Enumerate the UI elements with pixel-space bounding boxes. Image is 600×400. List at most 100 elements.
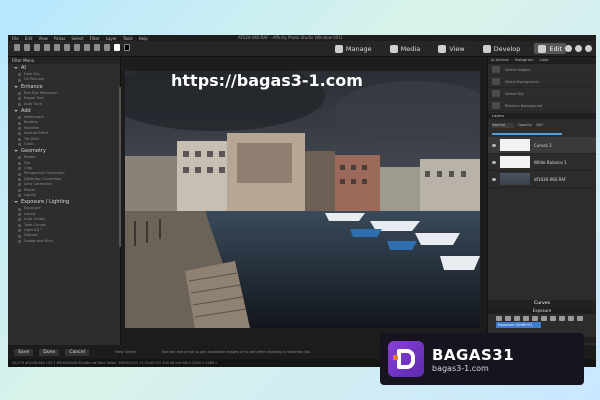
zoom-tool-icon[interactable] bbox=[94, 44, 100, 51]
tab-ai-actions[interactable]: AI Actions bbox=[491, 57, 509, 64]
visibility-icon[interactable] bbox=[492, 177, 496, 181]
layer-name: Curves 1 bbox=[534, 142, 552, 148]
action-remove-background[interactable]: Remove Background bbox=[488, 100, 596, 112]
menu-item[interactable]: View bbox=[38, 36, 48, 41]
hand-tool-icon[interactable] bbox=[104, 44, 110, 51]
posterize-icon[interactable] bbox=[577, 316, 583, 321]
save-button[interactable]: Save bbox=[14, 348, 34, 356]
persona-edit[interactable]: Edit bbox=[534, 43, 566, 54]
persona-media[interactable]: Media bbox=[386, 43, 425, 54]
color-swatch-icon[interactable] bbox=[124, 44, 130, 51]
exposure-icon[interactable] bbox=[496, 316, 502, 321]
layer-thumbnail bbox=[500, 156, 530, 168]
action-label: Select Subject bbox=[505, 67, 531, 72]
curves-icon[interactable] bbox=[514, 316, 520, 321]
right-panel: AI Actions Histogram Color Select Subjec… bbox=[487, 57, 596, 355]
opacity-slider[interactable] bbox=[492, 133, 562, 135]
tab-histogram[interactable]: Histogram bbox=[515, 57, 534, 64]
layer-name: df1036-060.RAF bbox=[534, 176, 567, 182]
layer-name: White Balance 1 bbox=[534, 159, 567, 165]
develop-icon bbox=[482, 44, 491, 53]
harbour-scene-image bbox=[125, 71, 480, 328]
split-tone-icon[interactable] bbox=[559, 316, 565, 321]
persona-manage[interactable]: Manage bbox=[331, 43, 376, 54]
harbour-photo bbox=[125, 71, 480, 328]
filter-item[interactable]: Dodge and Burn bbox=[8, 239, 120, 244]
clone-tool-icon[interactable] bbox=[64, 44, 70, 51]
menu-item[interactable]: Select bbox=[71, 36, 83, 41]
layer-controls: Normal Opacity 100 bbox=[488, 119, 596, 131]
remove-bg-icon bbox=[492, 102, 500, 109]
menu-item[interactable]: Tools bbox=[123, 36, 133, 41]
section-exposure[interactable]: Exposure / Lighting bbox=[8, 198, 120, 206]
adjustment-icons bbox=[496, 316, 583, 321]
help-icon[interactable] bbox=[575, 45, 582, 52]
hsl-icon[interactable] bbox=[523, 316, 529, 321]
folder-icon bbox=[334, 44, 343, 53]
menu-item[interactable]: Layer bbox=[106, 36, 117, 41]
tool-icons bbox=[14, 44, 130, 51]
action-select-subject[interactable]: Select Subject bbox=[488, 64, 596, 76]
done-button[interactable]: Done bbox=[39, 348, 60, 356]
persona-label: Manage bbox=[345, 44, 372, 53]
settings-icon[interactable] bbox=[565, 45, 572, 52]
subject-icon bbox=[492, 66, 500, 73]
persona-label: View bbox=[449, 44, 465, 53]
media-icon bbox=[389, 44, 398, 53]
eye-icon bbox=[438, 44, 447, 53]
color-swatch-icon[interactable] bbox=[114, 44, 120, 51]
cancel-button[interactable]: Cancel bbox=[65, 348, 89, 356]
levels-icon[interactable] bbox=[505, 316, 511, 321]
visibility-icon[interactable] bbox=[492, 143, 496, 147]
layer-row[interactable]: White Balance 1 bbox=[488, 154, 596, 171]
text-tool-icon[interactable] bbox=[74, 44, 80, 51]
persona-label: Media bbox=[400, 44, 421, 53]
shape-tool-icon[interactable] bbox=[84, 44, 90, 51]
layer-row[interactable]: Curves 1 bbox=[488, 137, 596, 154]
section-add[interactable]: Add bbox=[8, 107, 120, 115]
tab-color[interactable]: Color bbox=[539, 57, 548, 64]
section-ai[interactable]: AI bbox=[8, 64, 120, 72]
brush-icon bbox=[538, 44, 547, 53]
black-white-icon[interactable] bbox=[550, 316, 556, 321]
persona-label: Develop bbox=[493, 44, 521, 53]
persona-develop[interactable]: Develop bbox=[479, 43, 525, 54]
badge-name: BAGAS31 bbox=[432, 345, 515, 364]
watermark-url: https://bagas3-1.com bbox=[171, 71, 363, 90]
opacity-value[interactable]: 100 bbox=[536, 123, 543, 127]
background-icon bbox=[492, 78, 500, 85]
menu-item[interactable]: Edit bbox=[25, 36, 33, 41]
eraser-tool-icon[interactable] bbox=[54, 44, 60, 51]
menu-item[interactable]: Help bbox=[139, 36, 148, 41]
move-tool-icon[interactable] bbox=[14, 44, 20, 51]
menu-item[interactable]: File bbox=[12, 36, 19, 41]
filter-menu-panel: Filter Menu AI Fake Sky Fix Pictures Enh… bbox=[8, 57, 121, 355]
toolbar: Manage Media View Develop Edit bbox=[8, 41, 596, 57]
action-select-sky[interactable]: Select Sky bbox=[488, 88, 596, 100]
bagas31-badge[interactable]: BAGAS31 bagas3-1.com bbox=[380, 333, 584, 385]
layer-row[interactable]: df1036-060.RAF bbox=[488, 171, 596, 188]
image-canvas[interactable]: https://bagas3-1.com bbox=[121, 57, 487, 355]
layer-thumbnail bbox=[500, 173, 530, 185]
channel-mixer-icon[interactable] bbox=[568, 316, 574, 321]
crop-tool-icon[interactable] bbox=[34, 44, 40, 51]
view-saved-label[interactable]: View Saved bbox=[115, 350, 136, 354]
visibility-icon[interactable] bbox=[492, 160, 496, 164]
white-balance-icon[interactable] bbox=[532, 316, 538, 321]
persona-switcher: Manage Media View Develop Edit bbox=[331, 43, 566, 54]
persona-view[interactable]: View bbox=[434, 43, 468, 54]
sky-icon bbox=[492, 90, 500, 97]
vibrance-icon[interactable] bbox=[541, 316, 547, 321]
action-select-background[interactable]: Select Background bbox=[488, 76, 596, 88]
action-label: Select Background bbox=[505, 79, 539, 84]
section-geometry[interactable]: Geometry bbox=[8, 147, 120, 155]
logo-letter-b bbox=[397, 349, 415, 369]
blend-mode-select[interactable]: Normal bbox=[492, 122, 514, 128]
selection-tool-icon[interactable] bbox=[24, 44, 30, 51]
brush-tool-icon[interactable] bbox=[44, 44, 50, 51]
badge-url: bagas3-1.com bbox=[432, 363, 489, 373]
menu-item[interactable]: Filter bbox=[90, 36, 100, 41]
menu-item[interactable]: Palias bbox=[54, 36, 65, 41]
account-icon[interactable] bbox=[585, 45, 592, 52]
section-enhance[interactable]: Enhance bbox=[8, 83, 120, 91]
